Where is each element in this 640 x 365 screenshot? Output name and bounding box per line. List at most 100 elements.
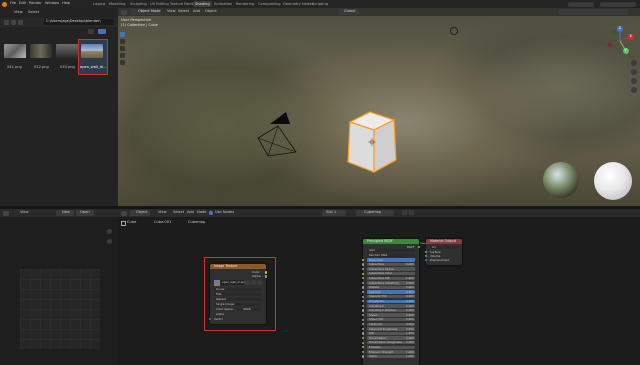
displacement-input-socket[interactable] [424,259,428,262]
3d-viewport[interactable]: Object Mode View Select Add Object Globa… [118,8,640,206]
shader-node-editor[interactable]: Object View Select Add Node Use Nodes Sl… [118,209,640,365]
vp-menu-select[interactable]: Select [178,10,189,14]
surface-input-socket[interactable] [424,251,428,254]
fb-menu-select[interactable]: Select [28,10,39,15]
tab-sculpting[interactable]: Sculpting [128,1,149,7]
ne-menu-node[interactable]: Node [197,211,206,215]
vp-menu-add[interactable]: Add [193,10,200,14]
tab-shading[interactable]: Shading [193,1,212,7]
forward-icon[interactable] [11,20,16,25]
scene-selector[interactable] [568,1,594,7]
tab-texture-paint[interactable]: Texture Paint [168,1,195,7]
bsdf-input-socket[interactable] [361,355,365,358]
viewport-shading-buttons[interactable] [558,9,628,15]
bsdf-input-socket[interactable] [361,290,365,294]
bsdf-input-socket[interactable] [361,295,365,298]
vp-menu-object[interactable]: Object [205,10,217,14]
rotate-tool-icon[interactable] [120,53,125,58]
image-texture-node[interactable]: Image Texture Color Alpha open_wall_di.p… [208,264,267,324]
zoom-icon[interactable] [631,60,637,66]
image-unlink-button[interactable] [257,280,262,285]
bsdf-input-socket[interactable] [361,318,365,321]
file-thumb-022[interactable] [30,44,52,58]
cube-object[interactable] [342,106,404,178]
ie-menu-view[interactable]: View [20,211,29,215]
bsdf-input-socket[interactable] [361,272,365,275]
cursor-tool-icon[interactable] [120,39,125,44]
camera-icon[interactable] [631,78,637,84]
bsdf-input-socket[interactable] [361,263,365,266]
zoom-icon[interactable] [107,239,112,244]
tab-animation[interactable]: Animation [212,1,234,7]
bsdf-input-socket[interactable] [361,327,365,331]
image-fake-user-button[interactable] [245,280,250,285]
display-mode-icon[interactable] [98,29,106,34]
tab-modeling[interactable]: Modeling [107,1,127,7]
image-browse-button[interactable] [251,280,256,285]
file-thumb-open-wall[interactable] [81,44,103,58]
bsdf-input-socket[interactable] [361,258,365,262]
light-icon[interactable] [450,27,458,35]
back-icon[interactable] [4,20,9,25]
hand-icon[interactable] [107,229,112,234]
bsdf-input-label: Random Walk [369,252,388,257]
bsdf-input-socket[interactable] [361,313,365,317]
file-name: 022.png [34,65,49,69]
tab-compositing[interactable]: Compositing [256,1,283,7]
bsdf-input-socket[interactable] [361,309,365,312]
editor-type-icon[interactable] [3,210,9,216]
bsdf-input-socket[interactable] [361,336,365,340]
bsdf-input-socket[interactable] [361,304,365,308]
principled-bsdf-node[interactable]: Principled BSDF BSDF GGX Random Walk Base … [361,239,420,365]
fb-menu-view[interactable]: View [14,10,23,15]
vp-menu-view[interactable]: View [167,10,176,14]
bsdf-input-socket[interactable] [361,277,365,280]
scale-tool-icon[interactable] [120,60,125,65]
menu-render[interactable]: Render [29,1,42,6]
bsdf-input-socket[interactable] [361,286,365,289]
bsdf-input-socket[interactable] [361,341,365,344]
menu-edit[interactable]: Edit [19,1,26,6]
editor-type-icon[interactable] [121,9,127,15]
tab-layout[interactable]: Layout [91,1,107,7]
bsdf-input-socket[interactable] [361,323,365,326]
breadcrumb-item[interactable]: Cube [127,220,136,225]
view-layer-selector[interactable] [600,1,636,7]
tab-rendering[interactable]: Rendering [234,1,256,7]
menu-file[interactable]: File [10,1,16,6]
ne-menu-add[interactable]: Add [187,211,194,215]
bsdf-output-socket[interactable] [417,245,420,249]
move-tool-icon[interactable] [120,46,125,51]
bsdf-input-socket[interactable] [361,281,365,285]
use-nodes-checkbox[interactable] [209,211,213,215]
new-material-icon[interactable] [409,210,414,216]
file-thumb-041[interactable] [4,44,26,58]
bsdf-input-socket[interactable] [361,332,365,335]
file-thumb-030[interactable] [56,44,78,58]
bsdf-input-socket[interactable] [361,267,365,271]
ortho-icon[interactable] [631,87,637,93]
breadcrumb-item[interactable]: Cubemap [188,220,205,225]
menu-help[interactable]: Help [62,1,70,6]
camera-object[interactable] [248,108,308,158]
parent-dir-icon[interactable] [18,20,23,25]
bsdf-input-socket[interactable] [361,300,365,303]
blender-logo-icon[interactable] [2,1,7,7]
bsdf-input-socket[interactable] [361,346,365,349]
menu-window[interactable]: Window [45,1,59,6]
filter-icon[interactable] [88,29,94,34]
vector-input-socket[interactable] [208,317,212,320]
volume-input-socket[interactable] [424,255,428,258]
breadcrumb-item[interactable]: Cube.001 [154,220,171,225]
select-tool-icon[interactable] [120,32,125,37]
tab-scripting[interactable]: Scripting [310,1,330,7]
alpha-output-socket[interactable] [264,275,267,278]
pin-icon[interactable] [402,210,407,216]
bsdf-input-socket[interactable] [361,350,365,354]
ne-menu-view[interactable]: View [158,211,167,215]
hand-icon[interactable] [631,69,637,75]
ne-menu-select[interactable]: Select [173,211,184,215]
editor-type-icon[interactable] [121,210,127,216]
material-output-node[interactable]: Material Output All Surface Volume Displ… [424,239,462,265]
color-output-socket[interactable] [264,271,267,274]
